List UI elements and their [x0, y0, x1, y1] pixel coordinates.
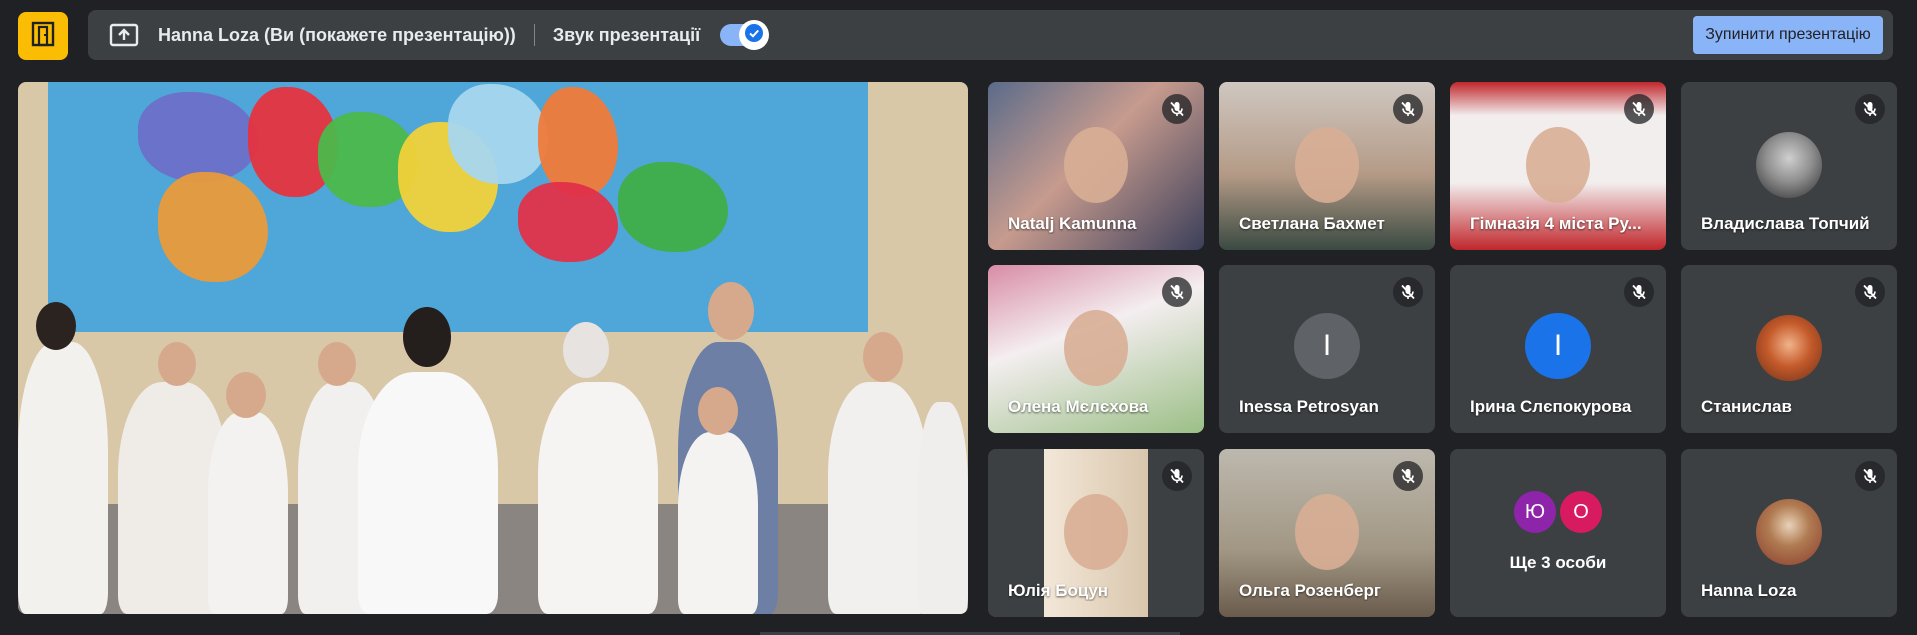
participant-tile[interactable]: Юлія Боцун — [988, 449, 1204, 617]
stop-presenting-button[interactable]: Зупинити презентацію — [1693, 16, 1883, 54]
banner-divider — [533, 24, 535, 46]
participant-face — [1064, 310, 1128, 386]
participant-name: Ольга Розенберг — [1239, 581, 1381, 600]
mini-avatar: О — [1560, 491, 1602, 533]
mic-off-icon — [1393, 461, 1423, 491]
crowd-person — [208, 412, 288, 614]
participant-tile[interactable]: Гімназія 4 міста Ру... — [1450, 82, 1666, 250]
participant-tile[interactable]: I Inessa Petrosyan — [1219, 265, 1435, 433]
participant-face — [1295, 127, 1359, 203]
participant-tile[interactable]: І Ірина Слєпокурова — [1450, 265, 1666, 433]
crowd-head — [698, 387, 738, 435]
participant-name: Олена Мєлєхова — [1008, 397, 1149, 416]
mic-off-icon — [1624, 94, 1654, 124]
participant-name: Светлана Бахмет — [1239, 214, 1385, 233]
mic-off-icon — [1855, 94, 1885, 124]
crowd-head — [318, 342, 356, 386]
crowd-head — [158, 342, 196, 386]
crowd-person — [678, 432, 758, 614]
more-participants-tile[interactable]: Ю О Ще 3 особи — [1450, 449, 1666, 617]
mic-off-icon — [1162, 461, 1192, 491]
mic-off-icon — [1855, 461, 1885, 491]
participant-face — [1064, 127, 1128, 203]
toggle-knob — [739, 20, 770, 50]
more-participants-label: Ще 3 особи — [1509, 553, 1607, 572]
participant-tile[interactable]: Ольга Розенберг — [1219, 449, 1435, 617]
participant-name: Inessa Petrosyan — [1239, 397, 1379, 416]
app-logo[interactable] — [18, 12, 68, 60]
participant-tile[interactable]: Hanna Loza — [1681, 449, 1897, 617]
presentation-stage[interactable] — [18, 82, 968, 614]
crowd-head — [708, 282, 754, 340]
participant-tile[interactable]: Natalj Kamunna — [988, 82, 1204, 250]
more-avatars: Ю О — [1450, 491, 1666, 533]
mic-off-icon — [1393, 94, 1423, 124]
crowd-head — [36, 302, 76, 350]
mic-off-icon — [1855, 277, 1885, 307]
participant-name: Ірина Слєпокурова — [1470, 397, 1632, 416]
participant-tile[interactable]: Светлана Бахмет — [1219, 82, 1435, 250]
avatar-photo — [1756, 499, 1822, 565]
participant-tile[interactable]: Станислав — [1681, 265, 1897, 433]
avatar-initial: I — [1294, 313, 1360, 379]
crowd-person — [918, 402, 968, 614]
crowd-head — [226, 372, 266, 418]
avatar-initial: І — [1525, 313, 1591, 379]
crowd-person — [538, 382, 658, 614]
participant-face — [1295, 494, 1359, 570]
participant-name: Natalj Kamunna — [1008, 214, 1137, 233]
meet-call-page: Hanna Loza (Ви (покажете презентацію)) З… — [0, 0, 1917, 635]
participant-tile[interactable]: Олена Мєлєхова — [988, 265, 1204, 433]
avatar-photo — [1756, 315, 1822, 381]
present-to-all-icon — [108, 22, 140, 48]
present-door-icon — [31, 21, 55, 52]
participant-name: Гімназія 4 міста Ру... — [1470, 214, 1642, 233]
mini-avatar: Ю — [1514, 491, 1556, 533]
crowd-head — [863, 332, 903, 382]
avatar-photo — [1756, 132, 1822, 198]
mic-off-icon — [1162, 94, 1192, 124]
participant-name: Владислава Топчий — [1701, 214, 1870, 233]
participant-face — [1064, 494, 1128, 570]
participant-tile[interactable]: Владислава Топчий — [1681, 82, 1897, 250]
crowd-person — [828, 382, 928, 614]
crowd-person — [18, 342, 108, 614]
participant-name: Юлія Боцун — [1008, 581, 1109, 600]
participant-name: Станислав — [1701, 397, 1792, 416]
mic-off-icon — [1162, 277, 1192, 307]
presentation-banner: Hanna Loza (Ви (покажете презентацію)) З… — [88, 10, 1893, 60]
crowd-head — [403, 307, 451, 367]
mic-off-icon — [1624, 277, 1654, 307]
presentation-sound-label: Звук презентації — [552, 24, 701, 45]
participant-face — [1526, 127, 1590, 203]
crowd-person — [358, 372, 498, 614]
presenter-label: Hanna Loza (Ви (покажете презентацію)) — [158, 24, 516, 45]
participant-name: Hanna Loza — [1701, 581, 1797, 600]
mic-off-icon — [1393, 277, 1423, 307]
crowd-head — [563, 322, 609, 378]
presentation-sound-toggle[interactable] — [720, 20, 770, 50]
check-icon — [745, 23, 764, 47]
